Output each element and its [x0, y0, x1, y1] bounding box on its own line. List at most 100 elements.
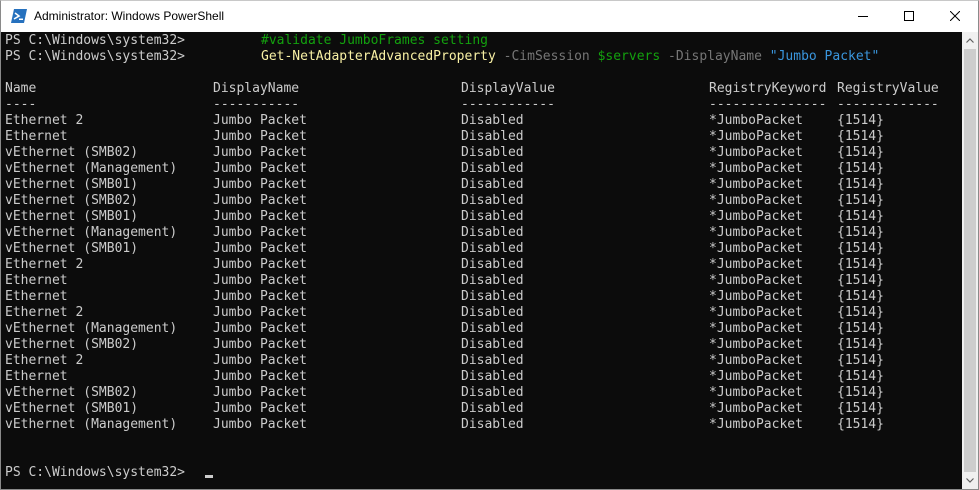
cell-displayname: Jumbo Packet	[213, 353, 307, 368]
comment: #validate JumboFrames setting	[261, 33, 488, 48]
cell-registrykeyword: *JumboPacket	[709, 193, 803, 208]
cell-registrykeyword: *JumboPacket	[709, 289, 803, 304]
cell-name: Ethernet	[5, 129, 68, 144]
cell-displayvalue: Disabled	[461, 113, 524, 128]
header-registrykeyword: RegistryKeyword	[709, 81, 827, 96]
console-area[interactable]: PS C:\Windows\system32> #validate JumboFr…	[1, 32, 962, 489]
close-button[interactable]	[932, 1, 978, 32]
minimize-button[interactable]	[840, 1, 886, 32]
chevron-down-icon	[966, 478, 974, 483]
underline: ---------------	[709, 97, 827, 112]
cmdlet: Get-NetAdapterAdvancedProperty	[261, 49, 496, 64]
cell-displayvalue: Disabled	[461, 161, 524, 176]
cell-displayname: Jumbo Packet	[213, 385, 307, 400]
cell-displayname: Jumbo Packet	[213, 129, 307, 144]
table-row: vEthernet (Management) Jumbo Packet Disabl…	[5, 225, 955, 241]
cell-displayvalue: Disabled	[461, 241, 524, 256]
vertical-scrollbar[interactable]	[962, 32, 978, 489]
cell-displayvalue: Disabled	[461, 209, 524, 224]
scroll-down-button[interactable]	[962, 472, 978, 489]
cell-registryvalue: {1514}	[837, 273, 884, 288]
table-row: Ethernet 2 Jumbo Packet Disabled *JumboPack…	[5, 353, 955, 369]
cell-name: Ethernet	[5, 273, 68, 288]
cell-name: vEthernet (Management)	[5, 225, 178, 240]
table-header-underline: ---- ----------- ------------ ----------…	[5, 97, 955, 113]
cell-name: vEthernet (Management)	[5, 417, 178, 432]
cell-displayname: Jumbo Packet	[213, 273, 307, 288]
cell-registryvalue: {1514}	[837, 417, 884, 432]
header-displayname: DisplayName	[213, 81, 300, 96]
table-row: vEthernet (SMB02) Jumbo Packet Disabled *Ju…	[5, 145, 955, 161]
cell-registryvalue: {1514}	[837, 401, 884, 416]
cell-displayvalue: Disabled	[461, 417, 524, 432]
cell-displayvalue: Disabled	[461, 225, 524, 240]
cell-displayname: Jumbo Packet	[213, 241, 307, 256]
cell-registrykeyword: *JumboPacket	[709, 353, 803, 368]
cell-name: vEthernet (SMB01)	[5, 209, 139, 224]
cell-name: vEthernet (Management)	[5, 321, 178, 336]
underline: -----------	[213, 97, 300, 112]
cell-registryvalue: {1514}	[837, 161, 884, 176]
cell-name: vEthernet (SMB01)	[5, 401, 139, 416]
underline: ----	[5, 97, 37, 112]
table-row: vEthernet (SMB02) Jumbo Packet Disabled *Ju…	[5, 385, 955, 401]
cell-name: Ethernet	[5, 289, 68, 304]
cell-registryvalue: {1514}	[837, 353, 884, 368]
table-row: vEthernet (SMB01) Jumbo Packet Disabled *Ju…	[5, 241, 955, 257]
close-icon	[950, 11, 960, 21]
cell-registryvalue: {1514}	[837, 337, 884, 352]
cell-displayname: Jumbo Packet	[213, 113, 307, 128]
text-cursor	[205, 475, 213, 478]
cell-displayvalue: Disabled	[461, 289, 524, 304]
cell-displayname: Jumbo Packet	[213, 369, 307, 384]
cell-displayname: Jumbo Packet	[213, 337, 307, 352]
cell-registryvalue: {1514}	[837, 385, 884, 400]
cell-displayname: Jumbo Packet	[213, 225, 307, 240]
parameter: -DisplayName	[668, 49, 762, 64]
cell-registrykeyword: *JumboPacket	[709, 209, 803, 224]
maximize-button[interactable]	[886, 1, 932, 32]
cell-displayname: Jumbo Packet	[213, 177, 307, 192]
scroll-up-button[interactable]	[962, 32, 978, 49]
cell-displayvalue: Disabled	[461, 337, 524, 352]
table-row: Ethernet 2 Jumbo Packet Disabled *JumboPack…	[5, 257, 955, 273]
table-row: vEthernet (SMB02) Jumbo Packet Disabled *Ju…	[5, 337, 955, 353]
cell-displayname: Jumbo Packet	[213, 257, 307, 272]
cell-registryvalue: {1514}	[837, 129, 884, 144]
powershell-window: Administrator: Windows PowerShell PS C:\…	[0, 0, 979, 490]
cell-displayname: Jumbo Packet	[213, 161, 307, 176]
header-name: Name	[5, 81, 37, 96]
maximize-icon	[904, 11, 914, 21]
cell-displayname: Jumbo Packet	[213, 289, 307, 304]
table-row: vEthernet (Management) Jumbo Packet Disabl…	[5, 161, 955, 177]
cell-registrykeyword: *JumboPacket	[709, 305, 803, 320]
cell-displayvalue: Disabled	[461, 353, 524, 368]
parameter: -CimSession	[503, 49, 590, 64]
cell-displayname: Jumbo Packet	[213, 417, 307, 432]
cell-name: Ethernet 2	[5, 305, 84, 320]
cell-displayname: Jumbo Packet	[213, 145, 307, 160]
cell-registrykeyword: *JumboPacket	[709, 161, 803, 176]
cell-name: vEthernet (SMB02)	[5, 145, 139, 160]
header-displayvalue: DisplayValue	[461, 81, 555, 96]
table-row: vEthernet (Management) Jumbo Packet Disabl…	[5, 321, 955, 337]
cell-registrykeyword: *JumboPacket	[709, 273, 803, 288]
cell-registrykeyword: *JumboPacket	[709, 385, 803, 400]
cell-name: vEthernet (Management)	[5, 161, 178, 176]
cell-displayname: Jumbo Packet	[213, 193, 307, 208]
table-row: vEthernet (SMB01) Jumbo Packet Disabled *Ju…	[5, 401, 955, 417]
table-row: vEthernet (SMB01) Jumbo Packet Disabled *Ju…	[5, 209, 955, 225]
table-row: Ethernet Jumbo Packet Disabled *JumboPacket…	[5, 273, 955, 289]
cell-registryvalue: {1514}	[837, 145, 884, 160]
prompt: PS C:\Windows\system32>	[5, 465, 186, 480]
prompt: PS C:\Windows\system32>	[5, 49, 186, 64]
title-bar[interactable]: Administrator: Windows PowerShell	[1, 1, 978, 32]
cell-registryvalue: {1514}	[837, 369, 884, 384]
cell-displayvalue: Disabled	[461, 193, 524, 208]
cell-name: Ethernet 2	[5, 113, 84, 128]
scrollbar-thumb[interactable]	[964, 49, 976, 472]
string-literal: "Jumbo Packet"	[769, 49, 880, 64]
cell-registryvalue: {1514}	[837, 193, 884, 208]
cell-registrykeyword: *JumboPacket	[709, 257, 803, 272]
command-line-1: PS C:\Windows\system32> #validate JumboFr…	[5, 33, 488, 49]
